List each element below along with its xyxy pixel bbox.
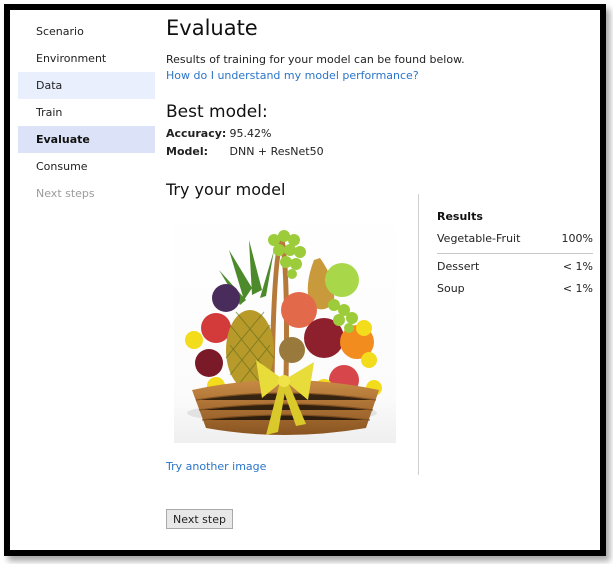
try-another-image-link[interactable]: Try another image	[166, 460, 266, 473]
next-step-button[interactable]: Next step	[166, 509, 233, 529]
result-value: 100%	[561, 232, 593, 245]
model-label: Model:	[166, 145, 209, 158]
sidebar-item-evaluate[interactable]: Evaluate	[18, 126, 155, 153]
result-row: Soup < 1%	[437, 278, 593, 300]
vertical-divider	[418, 194, 419, 475]
result-label: Soup	[437, 282, 465, 295]
sidebar-nav: Scenario Environment Data Train Evaluate…	[18, 18, 155, 207]
result-value: < 1%	[562, 260, 593, 273]
main-content: Evaluate Results of training for your mo…	[166, 10, 596, 550]
try-model-heading: Try your model	[166, 180, 286, 199]
model-value: DNN + ResNet50	[229, 145, 324, 158]
results-panel: Results Vegetable-Fruit 100% Dessert < 1…	[437, 210, 593, 300]
app-window: Scenario Environment Data Train Evaluate…	[4, 4, 606, 556]
page-subtitle: Results of training for your model can b…	[166, 53, 465, 66]
result-row: Dessert < 1%	[437, 256, 593, 278]
result-label: Vegetable-Fruit	[437, 232, 521, 245]
page-title: Evaluate	[166, 16, 258, 40]
sidebar-item-data[interactable]: Data	[18, 72, 155, 99]
accuracy-label: Accuracy:	[166, 127, 227, 140]
sidebar-item-scenario[interactable]: Scenario	[18, 18, 155, 45]
fruit-basket-image	[174, 210, 396, 443]
sidebar-item-train[interactable]: Train	[18, 99, 155, 126]
result-value: < 1%	[562, 282, 593, 295]
model-performance-help-link[interactable]: How do I understand my model performance…	[166, 69, 419, 82]
model-row: Model: DNN + ResNet50	[166, 145, 324, 158]
sidebar-item-environment[interactable]: Environment	[18, 45, 155, 72]
test-image	[174, 210, 396, 443]
result-label: Dessert	[437, 260, 480, 273]
result-row-top: Vegetable-Fruit 100%	[437, 228, 593, 250]
accuracy-row: Accuracy: 95.42%	[166, 127, 271, 140]
sidebar-item-next-steps: Next steps	[36, 187, 95, 200]
best-model-heading: Best model:	[166, 102, 268, 122]
sidebar-item-consume[interactable]: Consume	[18, 153, 155, 180]
results-separator	[437, 253, 593, 254]
accuracy-value: 95.42%	[229, 127, 272, 140]
results-heading: Results	[437, 210, 483, 223]
